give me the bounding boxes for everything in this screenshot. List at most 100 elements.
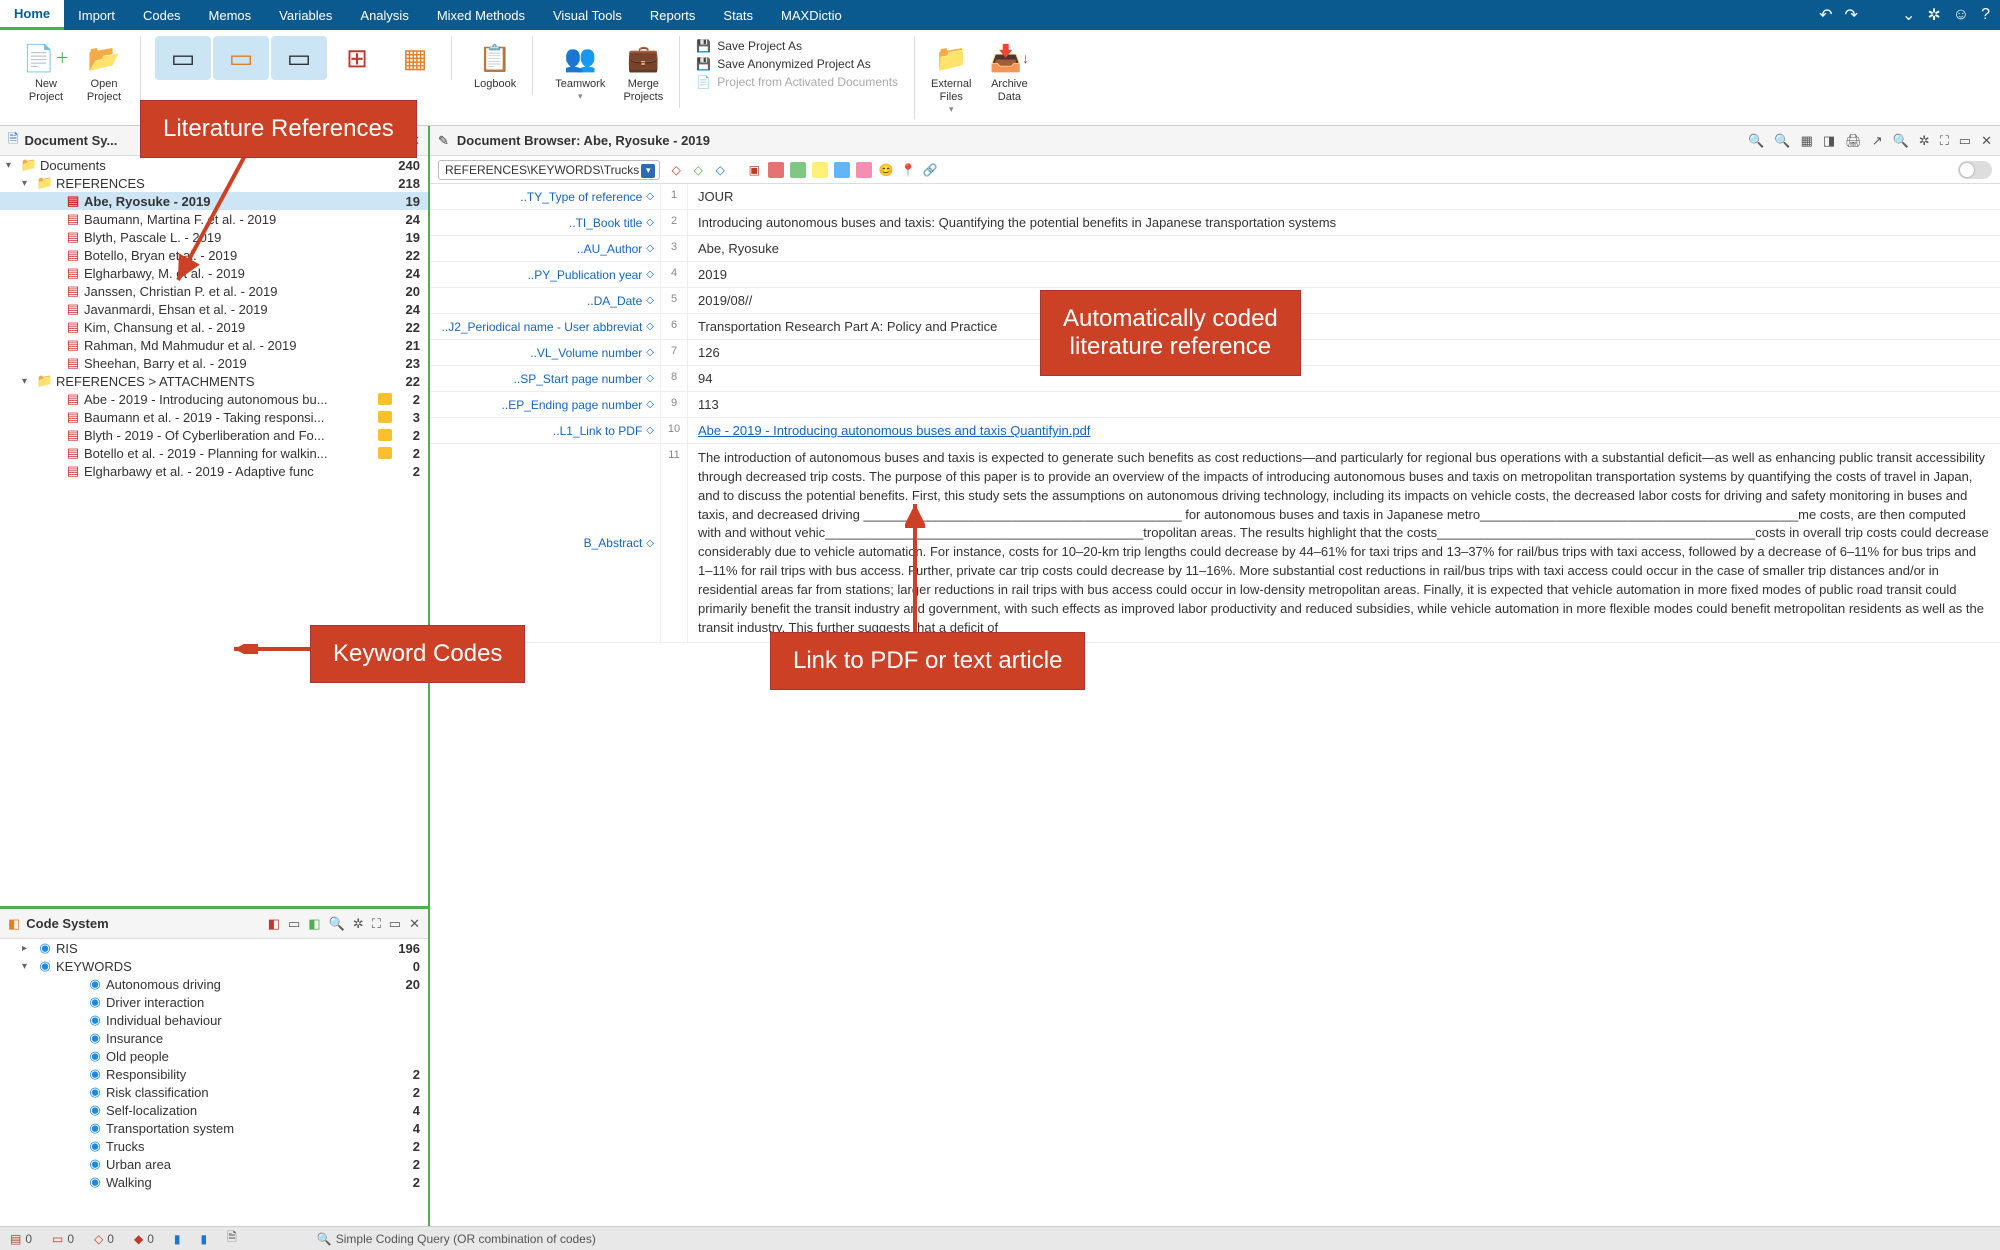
link-icon[interactable]: 🔗: [922, 162, 938, 178]
help-icon[interactable]: ?: [1981, 6, 1990, 24]
highlight-blue-icon[interactable]: [834, 162, 850, 178]
maximize-icon[interactable]: ⛶: [372, 916, 381, 932]
code-keyword-item[interactable]: ◉Urban area2: [0, 1155, 428, 1173]
minimize-icon[interactable]: ▭: [389, 916, 401, 932]
tree-folder-references[interactable]: ▾ 📁 REFERENCES 218: [0, 174, 428, 192]
pin-icon[interactable]: 📍: [900, 162, 916, 178]
gear-icon[interactable]: ✲: [353, 916, 364, 932]
chevron-down-icon[interactable]: ▾: [22, 178, 36, 189]
print-icon[interactable]: 🖨: [1845, 133, 1862, 149]
code-keyword-item[interactable]: ◉Driver interaction: [0, 993, 428, 1011]
code-keyword-item[interactable]: ◉Individual behaviour: [0, 1011, 428, 1029]
tree-reference-item[interactable]: ▤Blyth, Pascale L. - 201919: [0, 228, 428, 246]
close-icon[interactable]: ✕: [1981, 133, 1992, 149]
tree-attachment-item[interactable]: ▤Botello et al. - 2019 - Planning for wa…: [0, 444, 428, 462]
close-icon[interactable]: ✕: [409, 916, 420, 932]
zoom-out-icon[interactable]: 🔍: [1748, 133, 1764, 149]
code-keyword-item[interactable]: ◉Responsibility2: [0, 1065, 428, 1083]
open-project-button[interactable]: 📂 Open Project: [76, 36, 132, 108]
chevron-down-icon[interactable]: ▾: [22, 376, 36, 387]
menu-tab-memos[interactable]: Memos: [195, 0, 266, 30]
window-5-button[interactable]: ▦: [387, 36, 443, 80]
code-keyword-item[interactable]: ◉Transportation system4: [0, 1119, 428, 1137]
code-keyword-item[interactable]: ◉Walking2: [0, 1173, 428, 1191]
emoji-icon[interactable]: 😊: [878, 162, 894, 178]
menu-tab-variables[interactable]: Variables: [265, 0, 346, 30]
pdf-link[interactable]: Abe - 2019 - Introducing autonomous buse…: [698, 423, 1090, 438]
tree-attachment-item[interactable]: ▤Elgharbawy et al. - 2019 - Adaptive fun…: [0, 462, 428, 480]
code-tool-icon[interactable]: ◇: [668, 162, 684, 178]
document-tree[interactable]: ▾ 📁 Documents 240 ▾ 📁 REFERENCES 218 ▤Ab…: [0, 156, 428, 906]
chevron-down-icon[interactable]: ▾: [22, 961, 36, 972]
code-keyword-item[interactable]: ◉Insurance: [0, 1029, 428, 1047]
window-1-button[interactable]: ▭: [155, 36, 211, 80]
tree-reference-item[interactable]: ▤Rahman, Md Mahmudur et al. - 201921: [0, 336, 428, 354]
code-keyword-item[interactable]: ◉Risk classification2: [0, 1083, 428, 1101]
tree-attachment-item[interactable]: ▤Baumann et al. - 2019 - Taking responsi…: [0, 408, 428, 426]
action-icon[interactable]: ◧: [308, 916, 320, 932]
window-3-button[interactable]: ▭: [271, 36, 327, 80]
menu-tab-home[interactable]: Home: [0, 0, 64, 30]
menu-tab-visual[interactable]: Visual Tools: [539, 0, 636, 30]
merge-projects-button[interactable]: 💼 Merge Projects: [615, 36, 671, 108]
tree-reference-item[interactable]: ▤Kim, Chansung et al. - 201922: [0, 318, 428, 336]
tree-reference-item[interactable]: ▤Elgharbawy, M. et al. - 201924: [0, 264, 428, 282]
action-icon[interactable]: ▭: [288, 916, 300, 932]
smile-icon[interactable]: ☺: [1953, 6, 1969, 24]
chevron-right-icon[interactable]: ▸: [22, 943, 36, 954]
zoom-in-icon[interactable]: 🔍: [1774, 133, 1790, 149]
action-icon[interactable]: ▦: [1801, 133, 1813, 149]
search-icon[interactable]: 🔍: [329, 916, 345, 932]
code-path-select[interactable]: REFERENCES\KEYWORDS\Trucks ▾: [438, 160, 660, 180]
tree-root[interactable]: ▾ 📁 Documents 240: [0, 156, 428, 174]
tree-attachment-item[interactable]: ▤Abe - 2019 - Introducing autonomous bu.…: [0, 390, 428, 408]
menu-tab-import[interactable]: Import: [64, 0, 129, 30]
action-icon[interactable]: ◨: [1823, 133, 1835, 149]
code-keyword-item[interactable]: ◉Old people: [0, 1047, 428, 1065]
menu-tab-mixed[interactable]: Mixed Methods: [423, 0, 539, 30]
archive-data-button[interactable]: 📥↓ Archive Data: [981, 36, 1037, 119]
menu-tab-maxdictio[interactable]: MAXDictio: [767, 0, 856, 30]
edit-icon[interactable]: ✎: [438, 133, 449, 149]
code-tool-icon[interactable]: ▣: [746, 162, 762, 178]
tree-reference-item[interactable]: ▤Abe, Ryosuke - 201919: [0, 192, 428, 210]
window-2-button[interactable]: ▭: [213, 36, 269, 80]
chevron-down-icon[interactable]: ▾: [6, 160, 20, 171]
highlight-yellow-icon[interactable]: [812, 162, 828, 178]
chevron-down-icon[interactable]: ⌄: [1902, 5, 1915, 25]
highlight-red-icon[interactable]: [768, 162, 784, 178]
new-project-button[interactable]: 📄＋ New Project: [18, 36, 74, 108]
action-icon[interactable]: ◧: [268, 916, 280, 932]
tree-reference-item[interactable]: ▤Sheehan, Barry et al. - 201923: [0, 354, 428, 372]
search-icon[interactable]: 🔍: [1893, 133, 1909, 149]
code-keywords-folder[interactable]: ▾ ◉ KEYWORDS 0: [0, 957, 428, 975]
tree-reference-item[interactable]: ▤Janssen, Christian P. et al. - 201920: [0, 282, 428, 300]
maximize-icon[interactable]: ⛶: [1940, 133, 1949, 149]
tree-reference-item[interactable]: ▤Baumann, Martina F. et al. - 201924: [0, 210, 428, 228]
teamwork-button[interactable]: 👥 Teamwork ▾: [547, 36, 613, 108]
code-keyword-item[interactable]: ◉Self-localization4: [0, 1101, 428, 1119]
menu-tab-stats[interactable]: Stats: [709, 0, 767, 30]
menu-tab-reports[interactable]: Reports: [636, 0, 710, 30]
code-tree[interactable]: ▸ ◉ RIS 196 ▾ ◉ KEYWORDS 0 ◉Autonomous d…: [0, 939, 428, 1226]
menu-tab-analysis[interactable]: Analysis: [346, 0, 422, 30]
gear-icon[interactable]: ✲: [1927, 5, 1940, 25]
tree-attachment-item[interactable]: ▤Blyth - 2019 - Of Cyberliberation and F…: [0, 426, 428, 444]
save-project-as[interactable]: 💾Save Project As: [696, 38, 898, 54]
undo-icon[interactable]: ↶: [1819, 5, 1832, 25]
tree-reference-item[interactable]: ▤Botello, Bryan et al. - 201922: [0, 246, 428, 264]
export-icon[interactable]: ↗: [1872, 133, 1883, 149]
code-ris[interactable]: ▸ ◉ RIS 196: [0, 939, 428, 957]
window-4-button[interactable]: ⊞: [329, 36, 385, 80]
minimize-icon[interactable]: ▭: [1959, 133, 1971, 149]
code-tool-icon[interactable]: ◇: [690, 162, 706, 178]
gear-icon[interactable]: ✲: [1919, 133, 1930, 149]
highlight-green-icon[interactable]: [790, 162, 806, 178]
save-anon-project-as[interactable]: 💾Save Anonymized Project As: [696, 56, 898, 72]
external-files-button[interactable]: 📁 External Files ▾: [923, 36, 979, 119]
code-keyword-item[interactable]: ◉Autonomous driving20: [0, 975, 428, 993]
tree-folder-attachments[interactable]: ▾ 📁 REFERENCES > ATTACHMENTS 22: [0, 372, 428, 390]
highlight-pink-icon[interactable]: [856, 162, 872, 178]
code-keyword-item[interactable]: ◉Trucks2: [0, 1137, 428, 1155]
tree-reference-item[interactable]: ▤Javanmardi, Ehsan et al. - 201924: [0, 300, 428, 318]
